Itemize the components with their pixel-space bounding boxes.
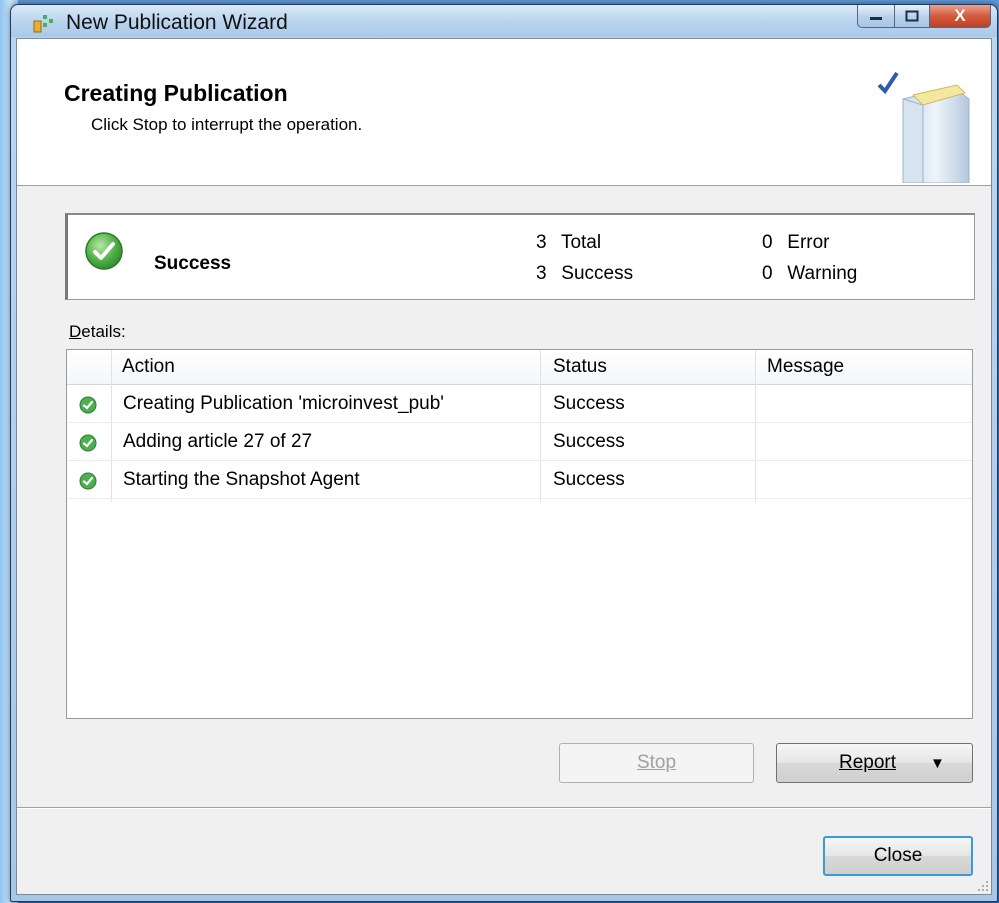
success-row-icon [79, 396, 97, 414]
total-count: 3 [536, 232, 547, 253]
row-status: Success [553, 393, 625, 414]
maximize-button[interactable] [895, 5, 930, 28]
publication-wizard-icon [33, 15, 53, 33]
total-label: Total [560, 232, 602, 253]
title-bar[interactable]: New Publication Wizard X [11, 5, 997, 37]
wizard-book-icon [877, 71, 970, 183]
total-stat: 3 Total [536, 232, 601, 254]
close-button-label: Close [873, 845, 923, 866]
column-header-status[interactable]: Status [553, 356, 607, 378]
error-count: 0 [762, 232, 773, 253]
warning-label: Warning [787, 263, 858, 284]
page-title: Creating Publication [64, 80, 288, 106]
table-row[interactable]: Adding article 27 of 27 Success [67, 423, 972, 461]
wizard-client-area: Creating Publication Click Stop to inter… [16, 38, 992, 895]
page-subtitle: Click Stop to interrupt the operation. [91, 115, 363, 134]
row-action: Creating Publication 'microinvest_pub' [123, 393, 444, 414]
row-status: Success [553, 431, 625, 452]
error-stat: 0 Error [762, 232, 830, 254]
success-row-icon [79, 434, 97, 452]
warning-stat: 0 Warning [762, 263, 857, 285]
report-button[interactable]: Report ▼ [776, 743, 973, 783]
report-button-label: Report [839, 752, 897, 773]
close-icon: X [954, 6, 966, 25]
details-label-text: etails: [81, 322, 126, 341]
minimize-icon [870, 17, 882, 20]
error-label: Error [787, 232, 830, 253]
wizard-window: New Publication Wizard X Creating Public… [10, 4, 998, 902]
stop-button[interactable]: Stop [559, 743, 754, 783]
row-action: Adding article 27 of 27 [123, 431, 313, 452]
table-row[interactable]: Creating Publication 'microinvest_pub' S… [67, 385, 972, 423]
resize-grip-icon[interactable] [977, 880, 989, 892]
details-accelerator: D [69, 322, 82, 341]
close-button[interactable]: Close [823, 836, 973, 876]
success-count: 3 [536, 263, 547, 284]
maximize-icon [905, 10, 919, 22]
warning-count: 0 [762, 263, 773, 284]
overall-status: Success [154, 253, 232, 274]
dropdown-arrow-icon[interactable]: ▼ [930, 755, 945, 772]
column-header-action[interactable]: Action [122, 356, 175, 378]
success-stat: 3 Success [536, 263, 633, 285]
grid-header: Action Status Message [67, 350, 972, 385]
details-label: Details: [69, 322, 126, 342]
row-status: Success [553, 469, 625, 490]
column-header-message[interactable]: Message [767, 356, 844, 378]
row-action: Starting the Snapshot Agent [123, 469, 360, 490]
stop-button-label: Stop [636, 752, 677, 773]
window-close-button[interactable]: X [930, 5, 991, 28]
wizard-header: Creating Publication Click Stop to inter… [17, 39, 991, 186]
details-grid[interactable]: Action Status Message Creating Publicati… [66, 349, 973, 719]
table-row[interactable]: Starting the Snapshot Agent Success [67, 461, 972, 499]
success-label: Success [561, 263, 634, 284]
footer-divider-highlight [17, 808, 991, 809]
minimize-button[interactable] [857, 5, 895, 28]
success-row-icon [79, 472, 97, 490]
window-title: New Publication Wizard [66, 11, 288, 34]
summary-panel: Success 3 Total 3 Success 0 Error 0 Warn… [65, 213, 975, 300]
success-check-icon [85, 232, 123, 270]
